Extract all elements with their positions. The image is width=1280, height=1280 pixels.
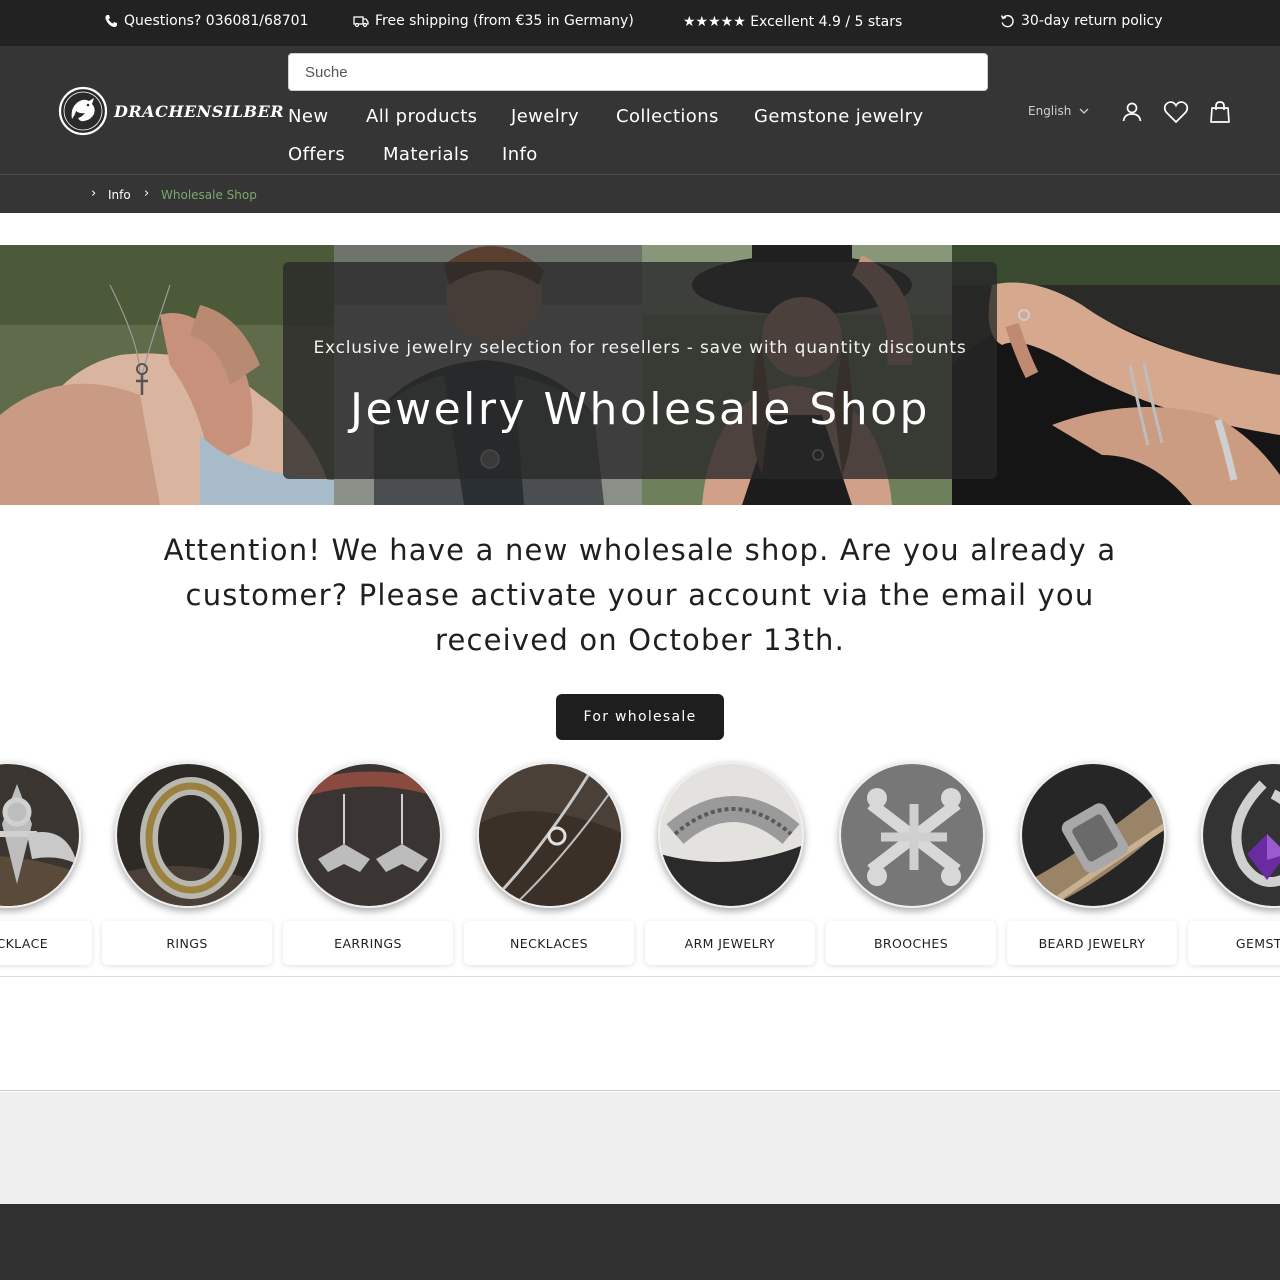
account-icon <box>1122 102 1142 122</box>
wishlist-heart-icon <box>1163 101 1189 124</box>
shipping-announcement: Free shipping (from €35 in Germany) ir <box>353 0 635 42</box>
category-carousel: T NECKLACE RINGS EARRINGS NECKLACES ARM … <box>0 755 1280 977</box>
dragon-logo-icon <box>58 86 108 136</box>
nav-gemstone-jewelry[interactable]: Gemstone jewelry <box>754 106 924 127</box>
bangle-image <box>658 762 804 908</box>
nav-new[interactable]: New <box>288 106 328 127</box>
shipping-text: Free shipping (from €35 in Germany) ir <box>375 13 635 29</box>
chevron-down-icon <box>1079 108 1089 114</box>
account-button[interactable] <box>1119 99 1145 125</box>
rating-text: ★★★★★ Excellent 4.9 / 5 stars <box>683 14 903 30</box>
cart-button[interactable] <box>1207 99 1233 125</box>
rating-announcement[interactable]: ★★★★★ Excellent 4.9 / 5 stars <box>683 1 902 43</box>
nav-all-products[interactable]: All products <box>366 106 477 127</box>
hero-banner: Exclusive jewelry selection for reseller… <box>0 245 1280 505</box>
logo[interactable]: DRACHENSILBER <box>58 86 284 136</box>
category-card[interactable]: BEARD JEWELRY <box>1007 755 1177 967</box>
hero-photo-arm-bracelets <box>952 245 1280 505</box>
category-label: T NECKLACE <box>0 921 92 965</box>
returns-announcement: 30-day return policy <box>1000 0 1163 42</box>
phone-announcement[interactable]: Questions? 036081/68701 <box>104 0 309 42</box>
category-card[interactable]: NECKLACES <box>464 755 634 967</box>
returns-text: 30-day return policy <box>1021 13 1163 29</box>
ankh-pendant-image <box>0 762 81 908</box>
breadcrumb-chevron-icon: › <box>144 186 150 201</box>
nav-collections[interactable]: Collections <box>616 106 719 127</box>
category-card[interactable]: ARM JEWELRY <box>645 755 815 967</box>
category-label: ARM JEWELRY <box>645 921 815 965</box>
breadcrumb-info[interactable]: Info <box>108 188 131 202</box>
celtic-brooch-image <box>839 762 985 908</box>
cart-bag-icon <box>1210 101 1230 123</box>
breadcrumb-chevron-icon: › <box>91 186 97 201</box>
for-wholesale-button[interactable]: For wholesale <box>556 694 724 740</box>
ring-image <box>115 762 261 908</box>
announcement-bar: Questions? 036081/68701 Free shipping (f… <box>0 0 1280 46</box>
category-card[interactable]: GEMSTONE <box>1188 755 1280 967</box>
category-label: BEARD JEWELRY <box>1007 921 1177 965</box>
bat-earrings-image <box>296 762 442 908</box>
phone-icon <box>105 15 117 27</box>
footer <box>0 1204 1280 1280</box>
logo-text: DRACHENSILBER <box>114 101 285 121</box>
category-label: EARRINGS <box>283 921 453 965</box>
chain-necklace-image <box>477 762 623 908</box>
category-label: RINGS <box>102 921 272 965</box>
language-label: English <box>1028 104 1072 118</box>
phone-text: Questions? 036081/68701 <box>124 13 309 29</box>
gray-section <box>0 1092 1280 1204</box>
language-selector[interactable]: English <box>1028 104 1089 118</box>
category-card[interactable]: RINGS <box>102 755 272 967</box>
category-label: GEMSTONE <box>1188 921 1280 965</box>
return-arrow-icon <box>1000 14 1014 27</box>
truck-icon <box>353 16 369 28</box>
breadcrumb-current: Wholesale Shop <box>161 188 257 202</box>
hero-subtitle: Exclusive jewelry selection for reseller… <box>313 338 967 358</box>
breadcrumb: › Info › Wholesale Shop <box>0 174 1280 213</box>
empty-section <box>0 978 1280 1091</box>
nav-jewelry[interactable]: Jewelry <box>511 106 579 127</box>
category-label: NECKLACES <box>464 921 634 965</box>
amethyst-pendant-image <box>1201 762 1280 908</box>
wholesale-notice: Attention! We have a new wholesale shop.… <box>163 533 1117 657</box>
beard-bead-image <box>1020 762 1166 908</box>
category-card[interactable]: T NECKLACE <box>0 755 92 967</box>
category-label: BROOCHES <box>826 921 996 965</box>
hero-title: Jewelry Wholesale Shop <box>350 384 930 435</box>
category-card[interactable]: EARRINGS <box>283 755 453 967</box>
nav-info[interactable]: Info <box>502 144 538 165</box>
hero-text-box: Exclusive jewelry selection for reseller… <box>283 262 997 479</box>
nav-offers[interactable]: Offers <box>288 144 345 165</box>
search-input[interactable] <box>288 53 988 91</box>
category-card[interactable]: BROOCHES <box>826 755 996 967</box>
site-header: DRACHENSILBER New All products Jewelry C… <box>0 46 1280 174</box>
wishlist-button[interactable] <box>1163 99 1189 125</box>
nav-materials[interactable]: Materials <box>383 144 469 165</box>
